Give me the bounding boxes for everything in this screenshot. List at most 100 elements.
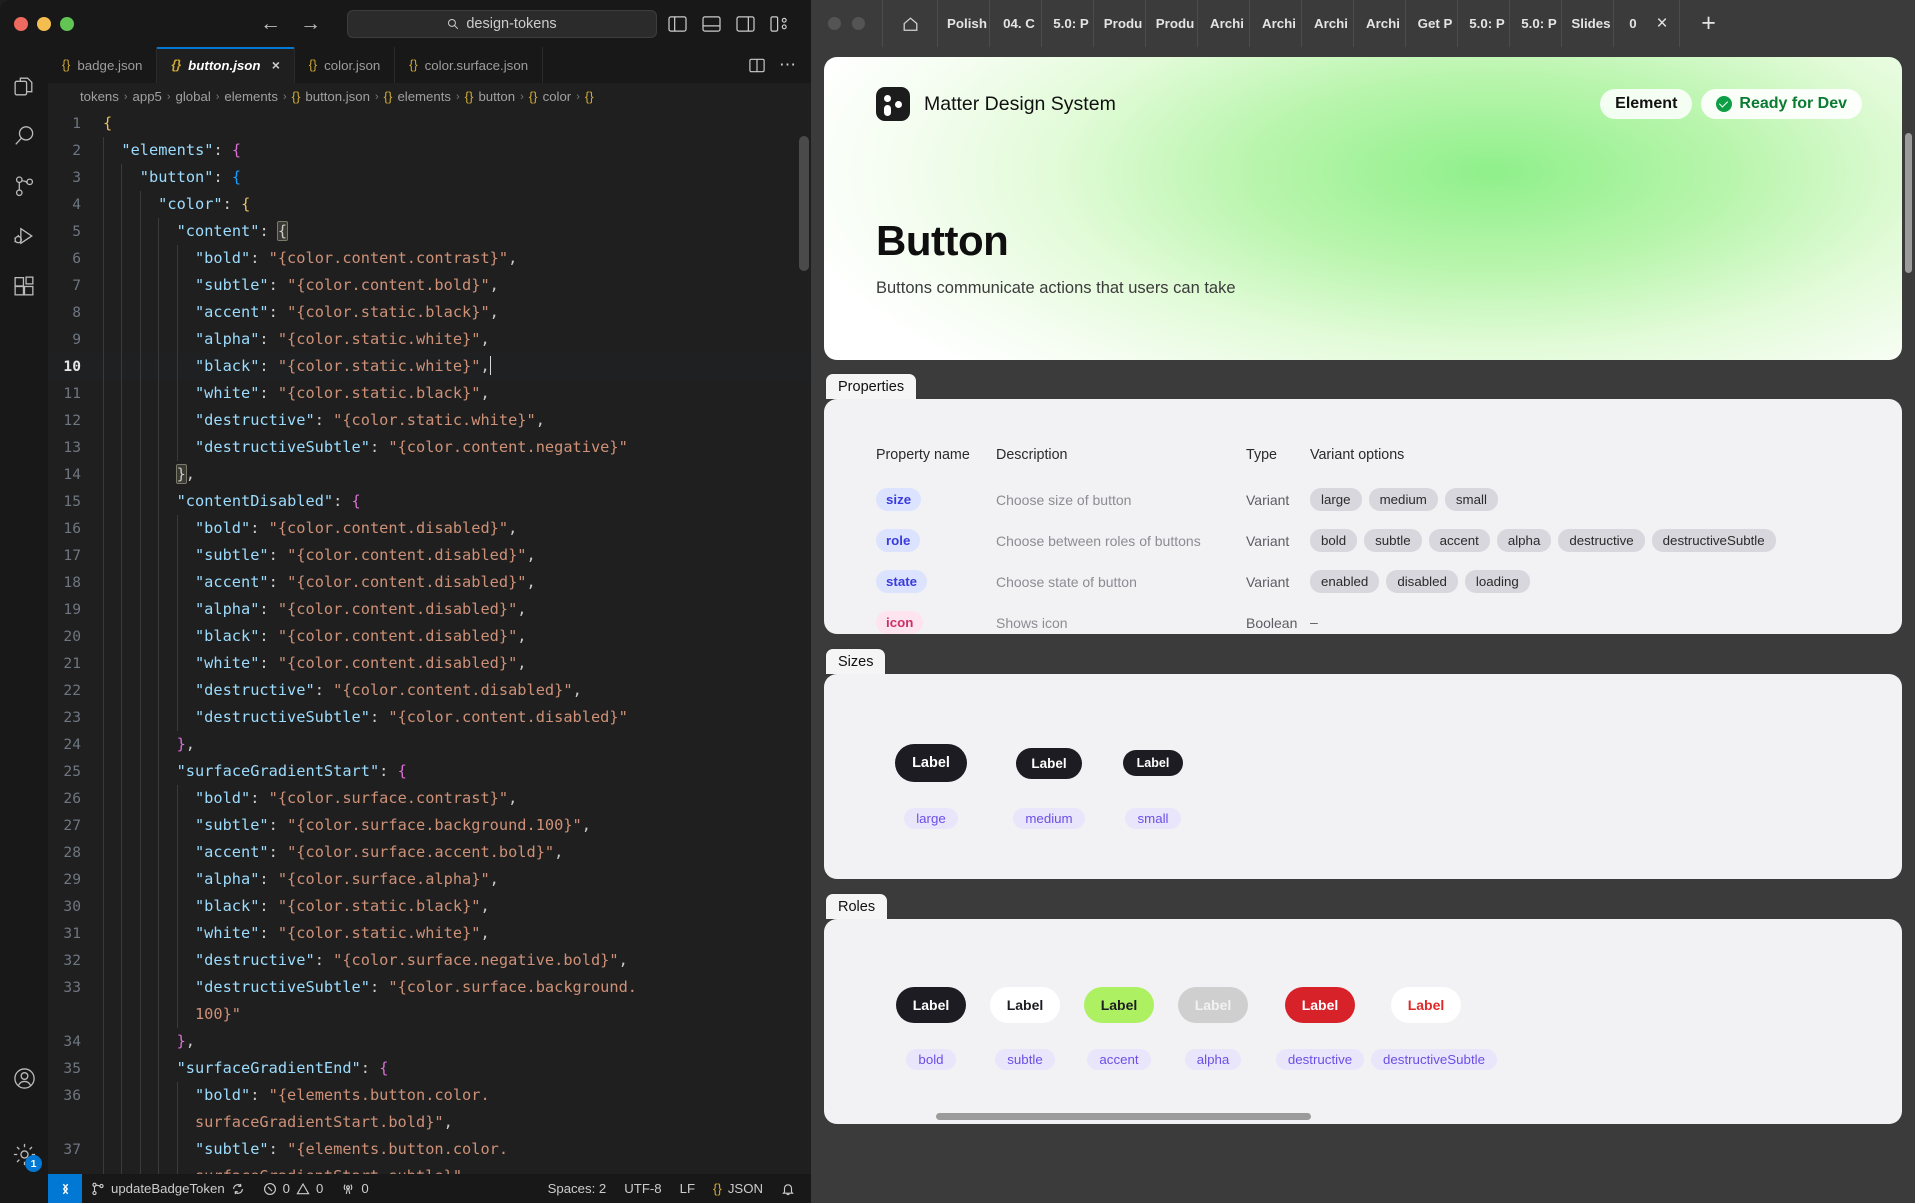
code-line[interactable]: 24}, bbox=[48, 731, 811, 758]
close-window-button[interactable] bbox=[14, 16, 28, 31]
editor-tab-color-json[interactable]: {} color.json bbox=[294, 47, 396, 83]
command-center-search[interactable]: design-tokens bbox=[347, 9, 657, 38]
breadcrumb-item[interactable]: elements bbox=[224, 89, 278, 104]
code-editor[interactable]: 1{2 "elements": {3 "button": {4 "color": {5… bbox=[48, 110, 811, 1174]
code-line[interactable]: 12 "destructive": "{color.static.white}", bbox=[48, 407, 811, 434]
horizontal-scrollbar[interactable] bbox=[824, 1113, 1902, 1120]
browser-tab[interactable]: Produ bbox=[1093, 0, 1145, 47]
button-sample[interactable]: Label bbox=[1083, 987, 1155, 1023]
close-tab-icon[interactable]: × bbox=[1645, 0, 1679, 47]
sidebar-item-explorer[interactable] bbox=[0, 61, 48, 111]
status-encoding[interactable]: UTF-8 bbox=[615, 1181, 670, 1196]
code-line[interactable]: 4 "color": { bbox=[48, 191, 811, 218]
code-line[interactable]: 21 "white": "{color.content.disabled}", bbox=[48, 650, 811, 677]
code-line[interactable]: 10 "black": "{color.static.white}", bbox=[48, 353, 811, 380]
browser-tab[interactable]: 5.0: P bbox=[1041, 0, 1093, 47]
code-line[interactable]: 8 "accent": "{color.static.black}", bbox=[48, 299, 811, 326]
maximize-window-button[interactable] bbox=[60, 16, 74, 31]
customize-layout-icon[interactable] bbox=[770, 15, 789, 32]
code-line[interactable]: 34}, bbox=[48, 1028, 811, 1055]
status-branch[interactable]: updateBadgeToken bbox=[82, 1181, 254, 1196]
status-problems[interactable]: 0 0 bbox=[254, 1181, 333, 1196]
close-tab-icon[interactable]: × bbox=[272, 57, 280, 73]
code-line[interactable]: 37 "subtle": "{elements.button.color. bbox=[48, 1136, 811, 1163]
toggle-primary-sidebar-icon[interactable] bbox=[668, 15, 687, 32]
code-line[interactable]: 33 "destructiveSubtle": "{color.surface.b… bbox=[48, 974, 811, 1001]
toggle-secondary-sidebar-icon[interactable] bbox=[736, 15, 755, 32]
browser-tab[interactable]: Slides bbox=[1561, 0, 1613, 47]
code-line[interactable]: 32 "destructive": "{color.surface.negativ… bbox=[48, 947, 811, 974]
status-eol[interactable]: LF bbox=[671, 1181, 704, 1196]
editor-tab-actions[interactable]: ⋯ bbox=[735, 47, 811, 83]
breadcrumb-item[interactable]: button.json bbox=[305, 89, 370, 104]
button-sample[interactable]: Label bbox=[895, 987, 967, 1023]
roles-section-label[interactable]: Roles bbox=[826, 894, 888, 919]
code-line[interactable]: 31 "white": "{color.static.white}", bbox=[48, 920, 811, 947]
code-line[interactable]: 26 "bold": "{color.surface.contrast}", bbox=[48, 785, 811, 812]
editor-tab-color-surface-json[interactable]: {} color.surface.json bbox=[395, 47, 544, 83]
sidebar-item-accounts[interactable] bbox=[0, 1053, 48, 1103]
code-line[interactable]: 18 "accent": "{color.content.disabled}", bbox=[48, 569, 811, 596]
remote-window-button[interactable] bbox=[48, 1174, 82, 1203]
code-line[interactable]: 14}, bbox=[48, 461, 811, 488]
editor-tab-badge-json[interactable]: {} badge.json bbox=[48, 47, 158, 83]
activity-bar[interactable]: 1 bbox=[0, 47, 48, 1203]
editor-scrollbar[interactable] bbox=[799, 136, 809, 271]
browser-tab[interactable]: 04. C bbox=[989, 0, 1041, 47]
code-line[interactable]: surfaceGradientStart.subtle}" bbox=[48, 1163, 811, 1174]
browser-control-dot[interactable] bbox=[852, 17, 865, 30]
sidebar-item-search[interactable] bbox=[0, 111, 48, 161]
status-language-mode[interactable]: {} JSON bbox=[704, 1181, 772, 1196]
code-line[interactable]: 13 "destructiveSubtle": "{color.content.n… bbox=[48, 434, 811, 461]
status-ports[interactable]: 0 bbox=[332, 1181, 377, 1196]
page-scrollbar[interactable] bbox=[1905, 133, 1912, 273]
browser-tab[interactable]: 0 bbox=[1613, 0, 1645, 47]
browser-tab[interactable]: Archi bbox=[1197, 0, 1249, 47]
code-line[interactable]: 11 "white": "{color.static.black}", bbox=[48, 380, 811, 407]
code-line[interactable]: 100}" bbox=[48, 1001, 811, 1028]
breadcrumb-item[interactable]: global bbox=[176, 89, 211, 104]
button-sample[interactable]: Label bbox=[1122, 750, 1184, 776]
code-line[interactable]: 3 "button": { bbox=[48, 164, 811, 191]
layout-controls[interactable] bbox=[668, 15, 789, 32]
breadcrumb-item[interactable]: elements bbox=[397, 89, 451, 104]
browser-home-button[interactable] bbox=[882, 0, 937, 47]
code-line[interactable]: 25 "surfaceGradientStart": { bbox=[48, 758, 811, 785]
breadcrumb[interactable]: tokens › app5 › global › elements › {} b… bbox=[48, 83, 811, 110]
arrow-right-icon[interactable]: → bbox=[300, 13, 321, 34]
code-line[interactable]: 22 "destructive": "{color.content.disable… bbox=[48, 677, 811, 704]
code-line[interactable]: 7 "subtle": "{color.content.bold}", bbox=[48, 272, 811, 299]
sidebar-item-settings[interactable]: 1 bbox=[0, 1129, 48, 1179]
browser-tabs[interactable]: Polish 04. C 5.0: P Produ Produ Archi Archi Arc… bbox=[937, 0, 1645, 47]
button-sample[interactable]: Label bbox=[989, 987, 1061, 1023]
sidebar-item-extensions[interactable] bbox=[0, 261, 48, 311]
browser-control-dot[interactable] bbox=[828, 17, 841, 30]
editor-tabs[interactable]: {} badge.json {} button.json × {} color.… bbox=[48, 47, 811, 83]
code-line[interactable]: 16 "bold": "{color.content.disabled}", bbox=[48, 515, 811, 542]
browser-tab[interactable]: Polish bbox=[937, 0, 989, 47]
button-sample[interactable]: Label bbox=[1390, 987, 1462, 1023]
more-actions-icon[interactable]: ⋯ bbox=[779, 56, 797, 73]
sync-icon[interactable] bbox=[231, 1182, 245, 1196]
split-editor-icon[interactable] bbox=[749, 58, 765, 73]
button-sample[interactable]: Label bbox=[1284, 987, 1356, 1023]
sidebar-item-source-control[interactable] bbox=[0, 161, 48, 211]
button-sample[interactable]: Label bbox=[1015, 747, 1083, 779]
status-notifications[interactable] bbox=[772, 1182, 811, 1196]
browser-tab[interactable]: Produ bbox=[1145, 0, 1197, 47]
navigation-arrows[interactable]: ← → bbox=[260, 13, 321, 34]
browser-tab[interactable]: 5.0: P bbox=[1509, 0, 1561, 47]
breadcrumb-item[interactable]: button bbox=[478, 89, 515, 104]
sizes-section-label[interactable]: Sizes bbox=[826, 649, 886, 674]
browser-tab[interactable]: Archi bbox=[1249, 0, 1301, 47]
button-sample[interactable]: Label bbox=[894, 744, 968, 782]
status-bar[interactable]: updateBadgeToken 0 0 0 Spaces: 2 UTF-8 L… bbox=[48, 1174, 811, 1203]
code-line[interactable]: 27 "subtle": "{color.surface.background.1… bbox=[48, 812, 811, 839]
status-bar-right[interactable]: Spaces: 2 UTF-8 LF {} JSON bbox=[539, 1181, 811, 1196]
code-line[interactable]: 9 "alpha": "{color.static.white}", bbox=[48, 326, 811, 353]
new-tab-button[interactable]: + bbox=[1679, 0, 1737, 47]
code-line[interactable]: 19 "alpha": "{color.content.disabled}", bbox=[48, 596, 811, 623]
code-line[interactable]: 35 "surfaceGradientEnd": { bbox=[48, 1055, 811, 1082]
status-indentation[interactable]: Spaces: 2 bbox=[539, 1181, 616, 1196]
button-sample[interactable]: Label bbox=[1177, 987, 1249, 1023]
